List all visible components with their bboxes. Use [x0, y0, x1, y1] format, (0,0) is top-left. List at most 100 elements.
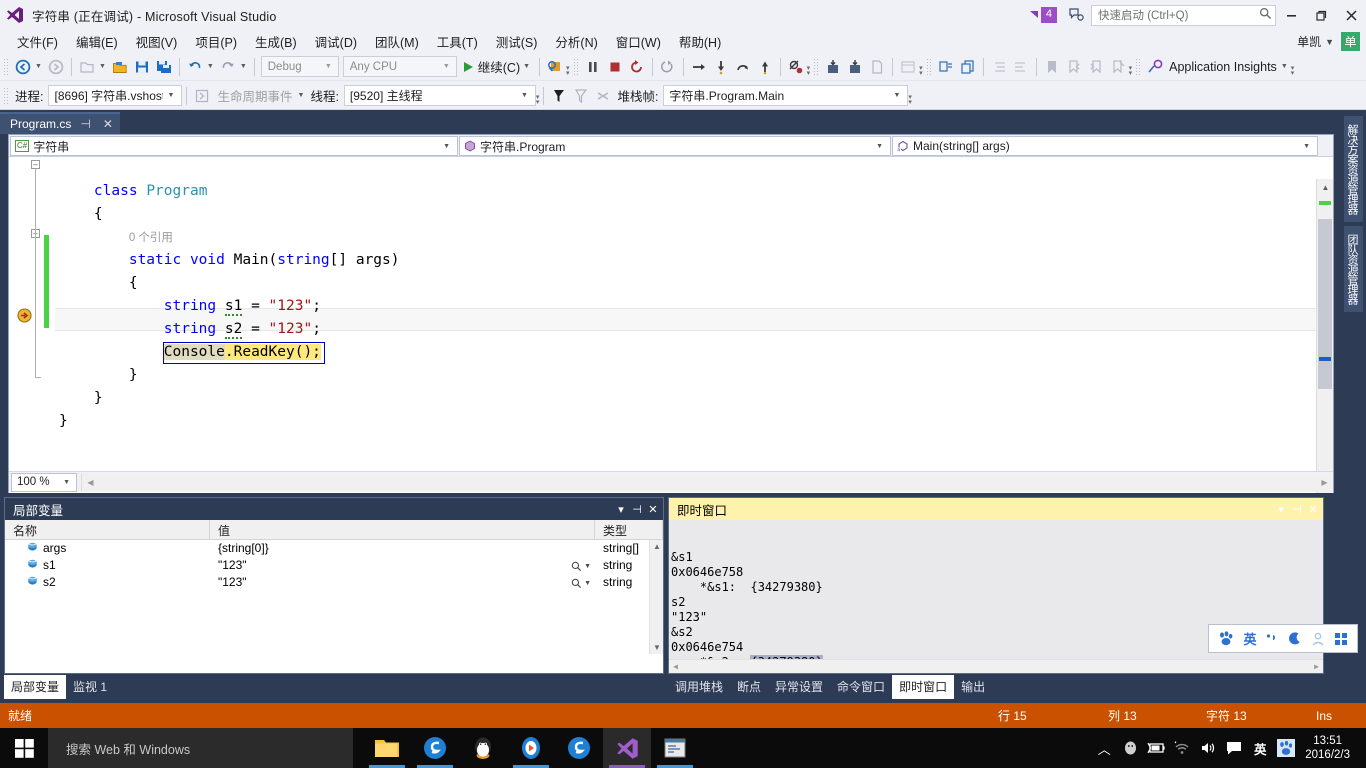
redo-icon[interactable]	[217, 56, 239, 78]
taskbar-search-box[interactable]: 搜索 Web 和 Windows	[48, 728, 353, 768]
add-new-item-icon[interactable]	[822, 56, 844, 78]
english-mode-icon[interactable]: 英	[1243, 629, 1256, 648]
properties-window-icon[interactable]	[897, 56, 919, 78]
volume-icon[interactable]	[1195, 728, 1221, 768]
editor-vertical-scrollbar[interactable]: ▲ ▼	[1316, 179, 1333, 494]
step-over-icon[interactable]	[732, 56, 754, 78]
chevron-down-icon[interactable]: ▼	[1325, 37, 1334, 47]
moon-icon[interactable]	[1288, 631, 1302, 646]
scroll-left-arrow-icon[interactable]: ◀	[82, 474, 99, 491]
application-insights-icon[interactable]	[1144, 56, 1166, 78]
document-tab-program-cs[interactable]: Program.cs ⊣ ✕	[0, 112, 120, 134]
panel-tab-watch-1[interactable]: 监视 1	[66, 675, 114, 699]
battery-icon[interactable]	[1143, 728, 1169, 768]
locals-cell-value[interactable]: "123" ▼	[210, 574, 595, 591]
scroll-up-arrow-icon[interactable]: ▲	[651, 541, 663, 552]
toolbar-grip[interactable]	[1135, 57, 1142, 76]
restart-icon[interactable]	[626, 56, 648, 78]
panel-tab-locals[interactable]: 局部变量	[4, 675, 67, 699]
toggle-bookmark-icon[interactable]	[1041, 56, 1063, 78]
menu-item-view[interactable]: 视图(V)	[127, 30, 187, 53]
close-button[interactable]	[1336, 0, 1366, 30]
toolbar-grip[interactable]	[3, 86, 9, 105]
baidu-paw-tray-icon[interactable]	[1273, 728, 1299, 768]
navigate-backward-button[interactable]	[12, 56, 34, 78]
flag-thread-icon[interactable]	[548, 85, 570, 107]
panel-tab-command-window[interactable]: 命令窗口	[830, 675, 892, 699]
panel-tab-exception-settings[interactable]: 异常设置	[768, 675, 830, 699]
vtab-team-explorer[interactable]: 团队资源管理器	[1344, 226, 1363, 312]
toolbar-grip[interactable]	[925, 57, 932, 76]
taskbar-qq-icon[interactable]	[459, 728, 507, 768]
paw-icon[interactable]	[1217, 631, 1234, 646]
start-button[interactable]	[0, 728, 48, 768]
lifecycle-events-label[interactable]: 生命周期事件	[213, 86, 296, 105]
chevron-down-icon[interactable]: ▼	[98, 63, 109, 70]
navbar-type-combo[interactable]: 字符串.Program ▼	[459, 136, 891, 156]
menu-item-test[interactable]: 测试(S)	[487, 30, 547, 53]
window-menu-icon[interactable]: ▾	[613, 500, 629, 518]
ime-floating-bar[interactable]: 英	[1208, 624, 1358, 653]
toolbar-overflow-button[interactable]: ▾ ▾	[1129, 56, 1133, 78]
locals-vertical-scrollbar[interactable]: ▲ ▼	[649, 540, 663, 654]
step-to-icon[interactable]	[688, 56, 710, 78]
navigate-forward-button[interactable]	[45, 56, 67, 78]
scroll-up-arrow-icon[interactable]: ▲	[1317, 179, 1334, 196]
taskbar-media-player-icon[interactable]	[507, 728, 555, 768]
close-icon[interactable]: ✕	[1305, 500, 1321, 518]
panel-tab-immediate-window[interactable]: 即时窗口	[892, 675, 955, 699]
show-only-flagged-icon[interactable]	[592, 85, 614, 107]
chevron-down-icon[interactable]: ▼	[297, 92, 308, 99]
toolbar-overflow-button[interactable]: ▾ ▾	[536, 85, 540, 107]
increase-indent-icon[interactable]	[988, 56, 1010, 78]
pin-icon[interactable]: ⊣	[629, 500, 645, 518]
previous-bookmark-icon[interactable]	[1063, 56, 1085, 78]
taskbar-visual-studio-icon[interactable]	[603, 728, 651, 768]
menu-item-edit[interactable]: 编辑(E)	[67, 30, 127, 53]
toolbar-grip[interactable]	[3, 57, 9, 76]
column-header-name[interactable]: 名称	[5, 520, 210, 539]
taskbar-console-window-icon[interactable]	[651, 728, 699, 768]
pin-icon[interactable]: ⊣	[77, 117, 93, 131]
code-surface[interactable]: – – class Program { 0 个引用 static void Ma…	[9, 157, 1333, 494]
panel-tab-output[interactable]: 输出	[954, 675, 992, 699]
minimize-button[interactable]	[1276, 0, 1306, 30]
menu-item-window[interactable]: 窗口(W)	[607, 30, 670, 53]
scroll-thumb[interactable]	[1318, 219, 1332, 389]
chevron-down-icon[interactable]: ▼	[522, 63, 533, 70]
toolbar-overflow-button[interactable]: ▾ ▾	[566, 56, 570, 78]
new-item-icon[interactable]	[866, 56, 888, 78]
scroll-right-arrow-icon[interactable]: ▶	[1311, 661, 1322, 672]
navbar-project-combo[interactable]: C# 字符串 ▼	[10, 136, 458, 156]
ime-mode-tray-icon[interactable]: 英	[1247, 728, 1273, 768]
text-visualizer-button[interactable]: ▼	[571, 575, 591, 591]
grid-icon[interactable]	[1334, 632, 1348, 646]
menu-item-file[interactable]: 文件(F)	[8, 30, 67, 53]
locals-cell-value[interactable]: {string[0]}	[210, 540, 595, 557]
attach-to-process-icon[interactable]	[544, 56, 566, 78]
stackframe-combo[interactable]: 字符串.Program.Main ▼	[663, 85, 909, 106]
action-center-icon[interactable]	[1221, 728, 1247, 768]
add-existing-item-icon[interactable]	[844, 56, 866, 78]
taskbar-file-explorer-icon[interactable]	[363, 728, 411, 768]
chevron-down-icon[interactable]: ▼	[1280, 63, 1291, 70]
toolbar-grip[interactable]	[572, 57, 579, 76]
scroll-left-arrow-icon[interactable]: ◀	[670, 661, 681, 672]
chevron-down-icon[interactable]: ▼	[239, 63, 250, 70]
taskbar-sogou-browser-icon[interactable]	[411, 728, 459, 768]
table-row[interactable]: s1 "123" ▼ string	[5, 557, 663, 574]
menu-item-project[interactable]: 项目(P)	[186, 30, 246, 53]
decrease-indent-icon[interactable]	[1010, 56, 1032, 78]
menu-item-build[interactable]: 生成(B)	[246, 30, 306, 53]
table-row[interactable]: args {string[0]} string[]	[5, 540, 663, 557]
chevron-down-icon[interactable]: ▼	[34, 63, 45, 70]
break-all-icon[interactable]	[582, 56, 604, 78]
locals-grid-body[interactable]: args {string[0]} string[] s1 "123" ▼ string s2 "…	[5, 540, 663, 654]
glyph-margin[interactable]: – –	[9, 157, 41, 494]
step-into-icon[interactable]	[710, 56, 732, 78]
wifi-icon[interactable]	[1169, 728, 1195, 768]
process-combo[interactable]: [8696] 字符串.vshost.exe ▼	[48, 85, 183, 106]
toolbar-overflow-button[interactable]: ▾ ▾	[807, 56, 811, 78]
lifecycle-events-icon[interactable]	[191, 85, 213, 107]
application-insights-label[interactable]: Application Insights	[1166, 60, 1280, 74]
